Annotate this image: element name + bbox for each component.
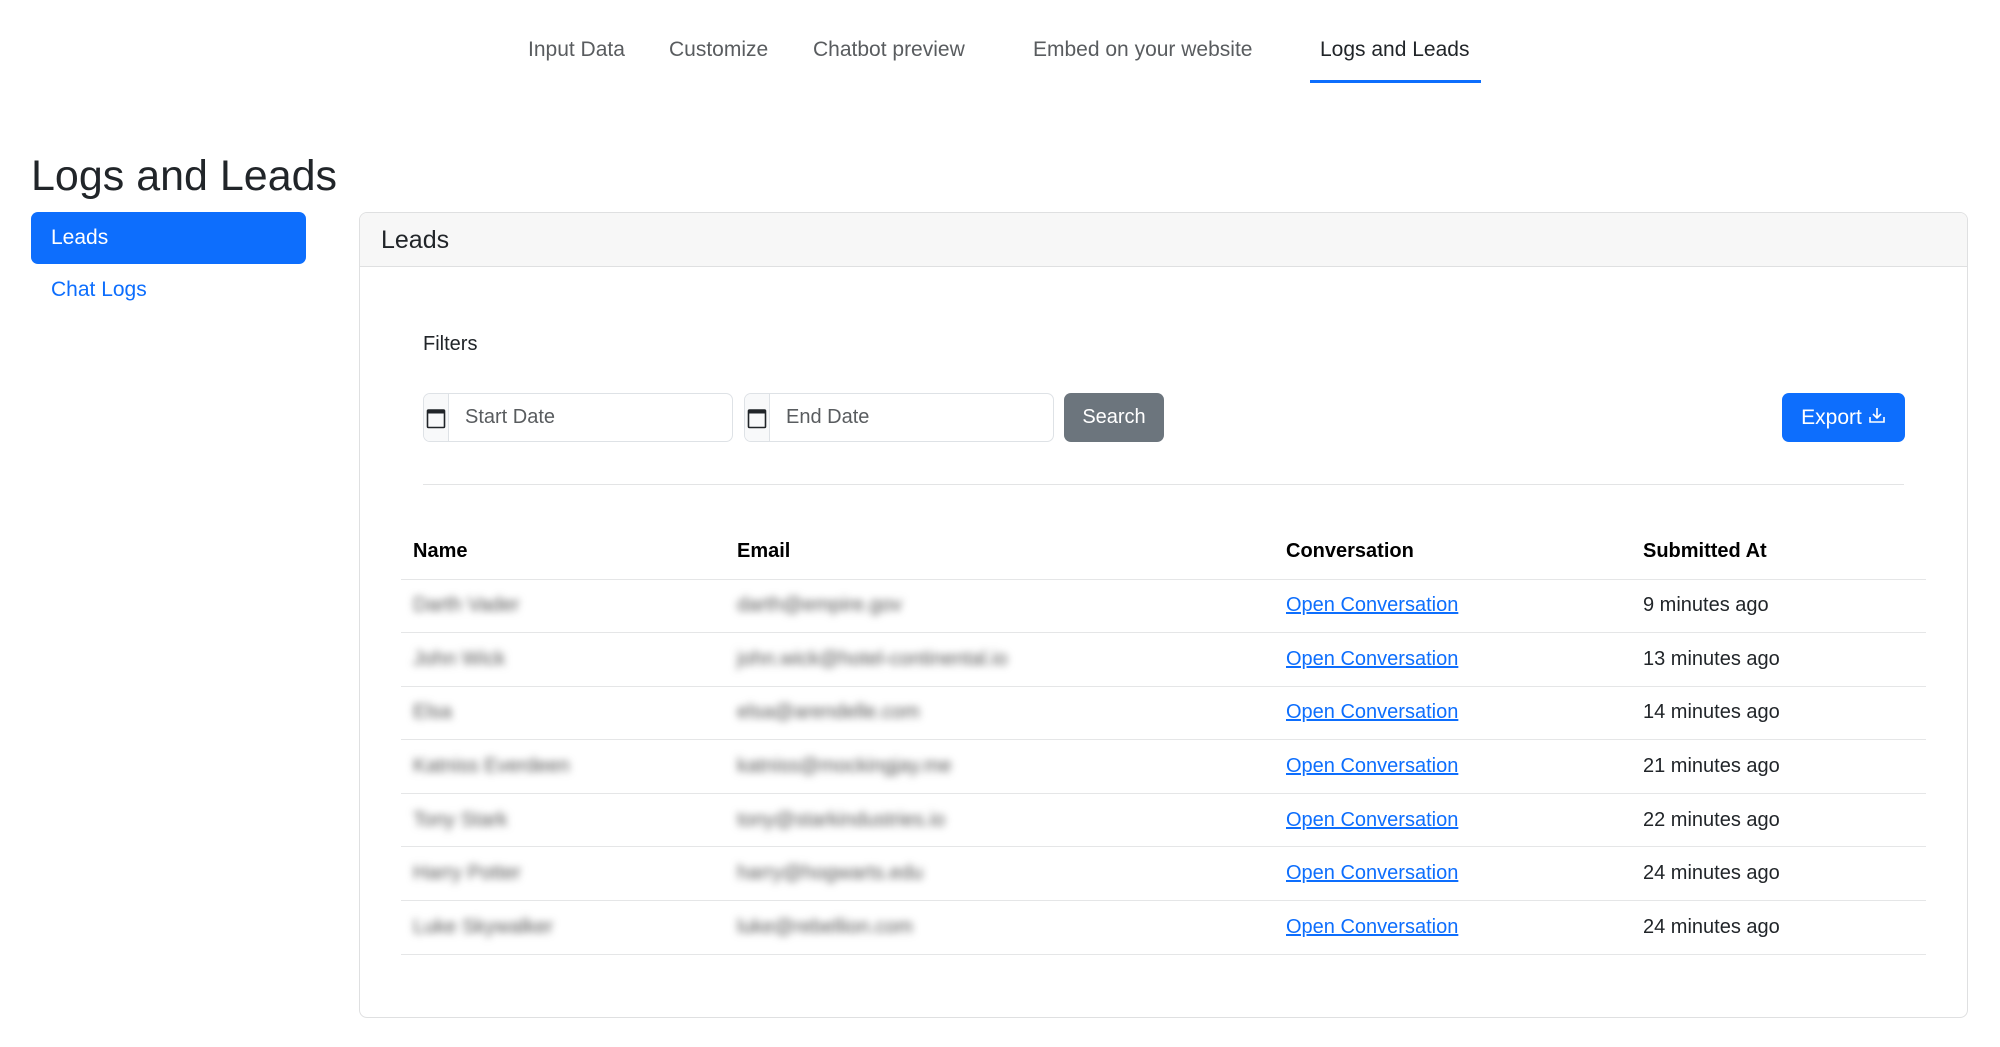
open-conversation-link[interactable]: Open Conversation: [1286, 755, 1458, 777]
cell-conversation: Open Conversation: [1274, 686, 1631, 741]
cell-submitted-at: 9 minutes ago: [1631, 579, 1926, 634]
open-conversation-link[interactable]: Open Conversation: [1286, 701, 1458, 723]
table-row: Darth Vader darth@empire.gov Open Conversa…: [401, 579, 1926, 634]
lead-name: Tony Stark: [413, 808, 508, 831]
divider: [423, 484, 1904, 485]
tab-customize[interactable]: Customize: [669, 36, 768, 64]
cell-name: Harry Potter: [401, 846, 725, 902]
lead-email: tony@starkindustries.io: [737, 808, 946, 831]
table-row: Luke Skywalker luke@rebellion.com Open Con…: [401, 900, 1926, 955]
card-header: Leads: [360, 213, 1967, 267]
cell-conversation: Open Conversation: [1274, 739, 1631, 794]
calendar-icon[interactable]: [745, 394, 770, 441]
sidebar-item-chat-logs[interactable]: Chat Logs: [31, 264, 306, 316]
lead-name: Harry Potter: [413, 862, 521, 885]
export-label: Export: [1801, 405, 1862, 429]
cell-email: tony@starkindustries.io: [725, 793, 1274, 848]
table-row: Katniss Everdeen katniss@mockingjay.me Ope…: [401, 739, 1926, 794]
cell-name: John Wick: [401, 632, 725, 687]
header-name[interactable]: Name: [401, 525, 725, 580]
cell-conversation: Open Conversation: [1274, 846, 1631, 902]
cell-email: john.wick@hotel-continental.io: [725, 632, 1274, 687]
leads-card: Leads Filters Search Export Name Email C…: [359, 212, 1968, 1018]
cell-name: Darth Vader: [401, 579, 725, 634]
cell-email: luke@rebellion.com: [725, 900, 1274, 955]
top-nav: Input Data Customize Chatbot preview Emb…: [0, 0, 2000, 100]
cell-submitted-at: 14 minutes ago: [1631, 686, 1926, 741]
export-button[interactable]: Export: [1782, 393, 1905, 442]
open-conversation-link[interactable]: Open Conversation: [1286, 916, 1458, 938]
cell-name: Katniss Everdeen: [401, 739, 725, 794]
cell-email: harry@hogwarts.edu: [725, 846, 1274, 902]
lead-name: Elsa: [413, 701, 452, 724]
leads-table: Name Email Conversation Submitted At Dar…: [401, 525, 1926, 955]
cell-email: elsa@arendelle.com: [725, 686, 1274, 741]
cell-conversation: Open Conversation: [1274, 900, 1631, 955]
lead-email: elsa@arendelle.com: [737, 701, 920, 724]
lead-email: john.wick@hotel-continental.io: [737, 647, 1008, 670]
header-submitted-at[interactable]: Submitted At: [1631, 525, 1926, 580]
cell-email: darth@empire.gov: [725, 579, 1274, 634]
table-header-row: Name Email Conversation Submitted At: [401, 525, 1926, 580]
cell-name: Tony Stark: [401, 793, 725, 848]
cell-submitted-at: 13 minutes ago: [1631, 632, 1926, 687]
header-conversation[interactable]: Conversation: [1274, 525, 1631, 580]
end-date-input[interactable]: [770, 394, 1053, 441]
sidebar-item-leads[interactable]: Leads: [31, 212, 306, 264]
cell-name: Luke Skywalker: [401, 900, 725, 955]
table-row: Tony Stark tony@starkindustries.io Open Co…: [401, 793, 1926, 848]
start-date-input[interactable]: [449, 394, 732, 441]
cell-submitted-at: 21 minutes ago: [1631, 739, 1926, 794]
lead-email: harry@hogwarts.edu: [737, 862, 923, 885]
page-title: Logs and Leads: [31, 152, 338, 200]
lead-name: Katniss Everdeen: [413, 755, 570, 778]
lead-name: Luke Skywalker: [413, 915, 554, 938]
lead-name: John Wick: [413, 647, 506, 670]
calendar-icon[interactable]: [424, 394, 449, 441]
cell-conversation: Open Conversation: [1274, 632, 1631, 687]
lead-email: luke@rebellion.com: [737, 915, 913, 938]
open-conversation-link[interactable]: Open Conversation: [1286, 862, 1458, 884]
cell-conversation: Open Conversation: [1274, 793, 1631, 848]
download-icon: [1868, 406, 1886, 430]
open-conversation-link[interactable]: Open Conversation: [1286, 648, 1458, 670]
open-conversation-link[interactable]: Open Conversation: [1286, 594, 1458, 616]
cell-email: katniss@mockingjay.me: [725, 739, 1274, 794]
tab-logs-and-leads[interactable]: Logs and Leads: [1320, 36, 1469, 64]
lead-name: Darth Vader: [413, 594, 520, 617]
active-tab-indicator: [1310, 80, 1481, 83]
cell-conversation: Open Conversation: [1274, 579, 1631, 634]
table-row: Elsa elsa@arendelle.com Open Conversation 1…: [401, 686, 1926, 741]
header-email[interactable]: Email: [725, 525, 1274, 580]
filters-label: Filters: [423, 333, 478, 355]
search-button[interactable]: Search: [1064, 393, 1164, 442]
cell-submitted-at: 24 minutes ago: [1631, 846, 1926, 902]
tab-embed[interactable]: Embed on your website: [1033, 36, 1252, 64]
table-row: Harry Potter harry@hogwarts.edu Open Conve…: [401, 846, 1926, 902]
cell-name: Elsa: [401, 686, 725, 741]
table-row: John Wick john.wick@hotel-continental.io O…: [401, 632, 1926, 687]
tab-chatbot-preview[interactable]: Chatbot preview: [813, 36, 965, 64]
lead-email: darth@empire.gov: [737, 594, 902, 617]
cell-submitted-at: 24 minutes ago: [1631, 900, 1926, 955]
start-date-group: [423, 393, 733, 442]
lead-email: katniss@mockingjay.me: [737, 755, 952, 778]
end-date-group: [744, 393, 1054, 442]
open-conversation-link[interactable]: Open Conversation: [1286, 809, 1458, 831]
cell-submitted-at: 22 minutes ago: [1631, 793, 1926, 848]
tab-input-data[interactable]: Input Data: [528, 36, 625, 64]
